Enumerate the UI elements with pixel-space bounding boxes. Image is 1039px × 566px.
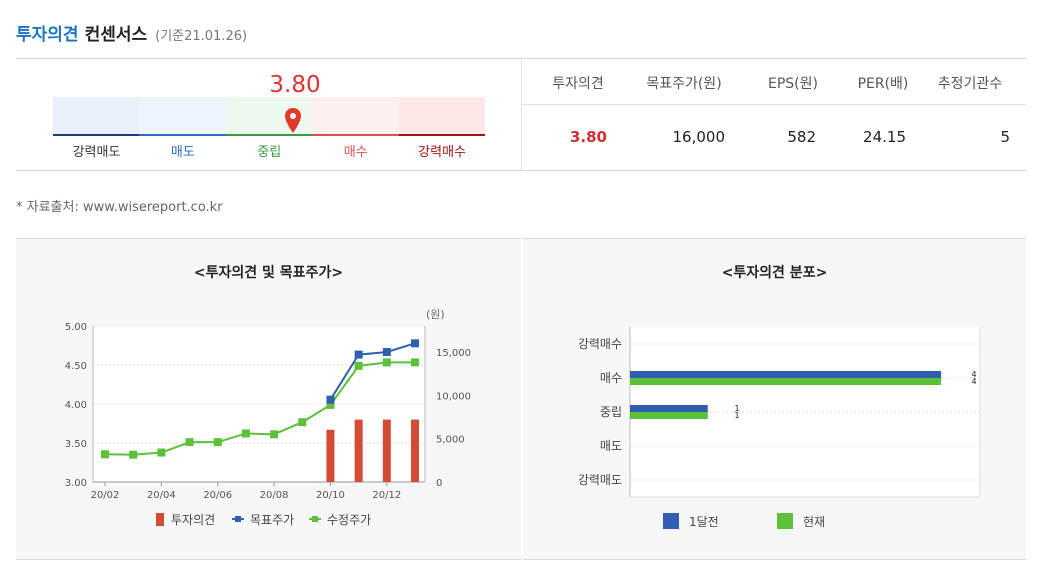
gauge-segment [312, 97, 399, 134]
legend-label: 현재 [803, 515, 825, 529]
y-left-tick-label: 4.50 [65, 361, 87, 372]
x-tick-label: 20/02 [91, 490, 120, 501]
x-tick-label: 20/08 [260, 490, 289, 501]
series-point [157, 448, 166, 457]
gauge-segment-line [53, 134, 140, 136]
series-point [298, 418, 307, 427]
legend-label: 목표주가 [250, 513, 294, 527]
y-left-tick-label: 3.50 [65, 439, 87, 450]
title-sub: 컨센서스 [84, 25, 148, 45]
x-tick-label: 20/06 [203, 490, 232, 501]
table-value-cell: 24.15 [863, 128, 906, 146]
x-tick-label: 20/12 [372, 490, 401, 501]
table-value-cell: 5 [1000, 128, 1010, 146]
series-point [354, 361, 363, 370]
legend-label: 수정주가 [327, 513, 371, 527]
series-point [270, 430, 279, 439]
distribution-bar [630, 378, 942, 385]
table-header-cell: 목표주가(원) [646, 76, 722, 92]
series-point [185, 438, 194, 447]
gauge-segment [139, 97, 226, 134]
category-label: 매도 [600, 439, 622, 453]
category-label: 강력매도 [578, 473, 622, 487]
opinion-bar [354, 419, 363, 482]
category-label: 매수 [600, 371, 622, 385]
series-point [101, 450, 109, 459]
series-point [213, 438, 222, 447]
gauge-label: 매수 [343, 145, 368, 160]
gauge-segment-line [139, 134, 226, 136]
y-right-tick-label: 15,000 [436, 348, 471, 359]
bar-value-label: 1 [734, 411, 739, 420]
distribution-bar [630, 371, 942, 378]
series-point [411, 339, 419, 348]
location-pin-icon [285, 108, 301, 133]
y-left-tick-label: 4.00 [65, 400, 87, 411]
gauge-label: 중립 [257, 145, 282, 160]
y-right-tick-label: 10,000 [436, 391, 471, 402]
table-header-divider [522, 104, 1026, 105]
gauge-segment-line [225, 134, 313, 136]
opinion-bar [326, 429, 335, 482]
x-tick-label: 20/04 [147, 490, 176, 501]
gauge-label: 강력매도 [72, 145, 121, 160]
table-value-cell: 16,000 [672, 128, 726, 146]
legend-swatch [156, 513, 164, 526]
series-point [411, 358, 419, 367]
panel-title-right: <투자의견 분포> [721, 265, 828, 281]
panel-title-left: <투자의견 및 목표주가> [193, 265, 344, 281]
series-point [326, 395, 335, 404]
opinion-bar [382, 419, 391, 482]
series-point [129, 450, 138, 459]
distribution-chart: 강력매수매수 44중립 11매도강력매도1달전 현재 [578, 327, 981, 529]
gauge-segment [398, 97, 485, 134]
divider-vertical [521, 59, 522, 170]
series-point [241, 429, 250, 438]
gauge-segment [53, 97, 140, 134]
y-right-unit-label: (원) [426, 308, 445, 321]
y-left-tick-label: 5.00 [65, 322, 87, 333]
table-header-cell: 추정기관수 [937, 76, 1003, 92]
table-header-cell: PER(배) [857, 76, 909, 92]
gauge-segment-line [398, 134, 485, 136]
series-point [382, 348, 391, 356]
bar-value-label: 4 [971, 377, 976, 386]
distribution-bar [630, 405, 708, 412]
source-note: * 자료출처: www.wisereport.co.kr [16, 200, 223, 215]
table-header-cell: EPS(원) [768, 76, 818, 92]
table-value-cell: 582 [787, 128, 816, 146]
y-right-tick-label: 5,000 [436, 435, 465, 446]
gauge-label: 매도 [170, 145, 195, 160]
opinion-bar [411, 419, 419, 482]
date-note: (기준21.01.26) [155, 29, 248, 44]
legend-label: 투자의견 [171, 513, 215, 527]
legend-swatch [777, 513, 793, 529]
divider-bottom [16, 170, 1026, 171]
category-label: 강력매수 [578, 337, 622, 351]
table-value-cell: 3.80 [569, 128, 607, 146]
legend-swatch-point [235, 516, 241, 522]
legend-label: 1달전 [689, 515, 719, 529]
legend-swatch-point [312, 516, 318, 522]
series-point [382, 358, 391, 367]
category-label: 중립 [600, 405, 622, 419]
title-main: 투자의견 [16, 25, 79, 45]
y-right-tick-label: 0 [436, 478, 442, 489]
y-left-tick-label: 3.00 [65, 478, 87, 489]
legend-swatch [663, 513, 679, 529]
x-tick-label: 20/10 [316, 490, 345, 501]
gauge-score: 3.80 [269, 72, 321, 98]
opinion-price-chart: 5.00 4.50 4.00 3.50 3.00 15,000 10,000 5,000 0 (원… [65, 308, 471, 527]
gauge-segment-line [312, 134, 399, 136]
gauge-label: 강력매수 [418, 145, 467, 160]
section-title: 투자의견 컨센서스 (기준21.01.26) [16, 20, 248, 45]
table-header-cell: 투자의견 [552, 76, 604, 92]
distribution-bar [630, 412, 708, 419]
series-point [354, 350, 363, 359]
